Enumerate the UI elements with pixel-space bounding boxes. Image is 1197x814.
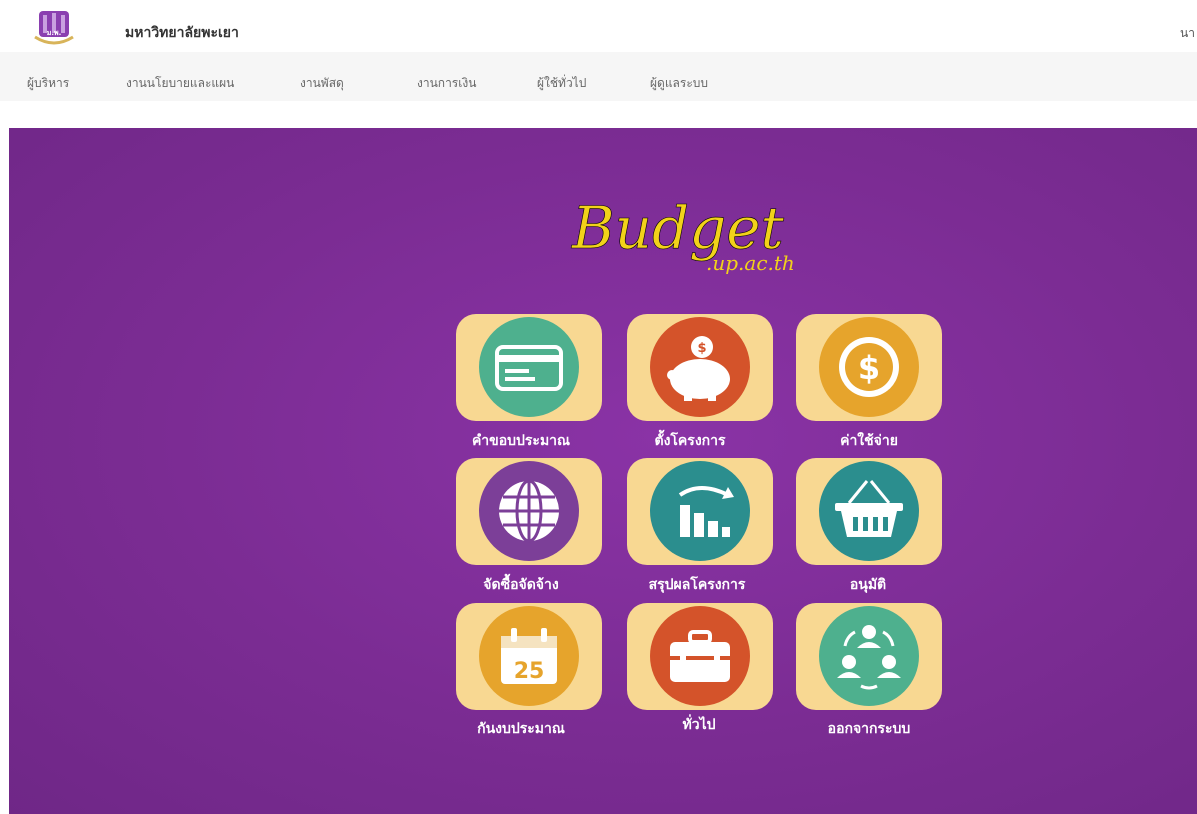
main-nav: ผู้บริหาร งานนโยบายและแผน งานพัสดุ งานกา… [0,52,1197,101]
bar-chart-icon [650,461,750,561]
tile-procurement[interactable] [456,458,602,565]
nav-item-executive[interactable]: ผู้บริหาร [27,74,69,93]
tile-budget-reserve[interactable]: 25 [456,603,602,710]
tile-label-budget-request[interactable]: คำขอบประมาณ [431,430,611,452]
tile-logout[interactable] [796,603,942,710]
people-cycle-icon [819,606,919,706]
nav-item-policy-planning[interactable]: งานนโยบายและแผน [126,74,234,93]
tile-label-project-summary[interactable]: สรุปผลโครงการ [607,574,787,596]
top-bar: ม.พ. มหาวิทยาลัยพะเยา นา [0,0,1197,52]
globe-icon [479,461,579,561]
tile-label-budget-reserve[interactable]: กันงบประมาณ [431,718,611,740]
nav-item-finance[interactable]: งานการเงิน [417,74,476,93]
tile-label-general[interactable]: ทั่วไป [609,714,789,736]
tile-project-summary[interactable] [627,458,773,565]
site-title[interactable]: มหาวิทยาลัยพะเยา [125,22,239,44]
basket-icon [819,461,919,561]
nav-item-supplies[interactable]: งานพัสดุ [300,74,344,93]
user-name[interactable]: นา [1180,24,1195,43]
tile-approve[interactable] [796,458,942,565]
tile-label-expenses[interactable]: ค่าใช้จ่าย [779,430,959,452]
dollar-coin-icon: $ [819,317,919,417]
calendar-day: 25 [514,659,545,684]
tile-general[interactable] [627,603,773,710]
tile-label-procurement[interactable]: จัดซื้อจัดจ้าง [431,574,611,596]
tile-label-logout[interactable]: ออกจากระบบ [779,718,959,740]
svg-text:$: $ [697,341,706,356]
university-logo[interactable]: ม.พ. [31,9,77,49]
tile-label-approve[interactable]: อนุมัติ [778,574,958,596]
credit-card-icon [479,317,579,417]
brand-sub-text: .up.ac.th [706,251,795,275]
svg-text:$: $ [858,349,880,387]
calendar-icon: 25 [479,606,579,706]
nav-item-general-user[interactable]: ผู้ใช้ทั่วไป [537,74,586,93]
nav-item-admin[interactable]: ผู้ดูแลระบบ [650,74,708,93]
tile-create-project[interactable]: $ [627,314,773,421]
budget-brand-logo: Budget .up.ac.th [571,194,795,275]
tile-expenses[interactable]: $ [796,314,942,421]
toolbox-icon [650,606,750,706]
piggy-bank-icon: $ [650,317,750,417]
tile-budget-request[interactable] [456,314,602,421]
tile-label-create-project[interactable]: ตั้งโครงการ [600,430,780,452]
svg-text:ม.พ.: ม.พ. [47,29,62,37]
